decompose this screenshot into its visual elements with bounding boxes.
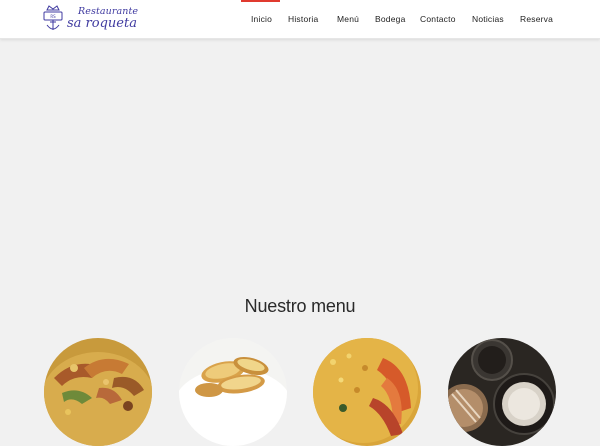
- nav-contacto[interactable]: Contacto: [420, 14, 456, 24]
- menu-section-title: Nuestro menu: [244, 296, 356, 316]
- seafood-paella-image[interactable]: [313, 338, 421, 446]
- svg-text:RS: RS: [50, 14, 56, 19]
- nav-reserva[interactable]: Reserva: [520, 14, 553, 24]
- nav-historia[interactable]: Historia: [288, 14, 318, 24]
- cooking-pans-image[interactable]: [448, 338, 556, 446]
- site-header: RS Restaurante sa roqueta Inicio Histori…: [0, 0, 600, 39]
- nav-bodega[interactable]: Bodega: [375, 14, 406, 24]
- nav-active-indicator: [241, 0, 280, 2]
- logo-line-2: sa roqueta: [67, 16, 137, 31]
- anchor-crest-icon: RS: [43, 5, 63, 30]
- nav-noticias[interactable]: Noticias: [472, 14, 504, 24]
- paella-dish-image[interactable]: [44, 338, 152, 446]
- potatoes-dish-image[interactable]: [179, 338, 287, 446]
- nav-inicio[interactable]: Inicio: [251, 14, 272, 24]
- nav-menu[interactable]: Menú: [337, 14, 359, 24]
- site-logo[interactable]: RS Restaurante sa roqueta: [40, 4, 138, 34]
